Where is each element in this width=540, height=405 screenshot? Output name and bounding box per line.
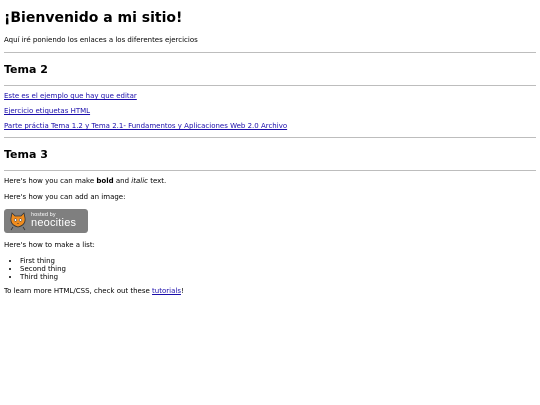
tema2-heading: Tema 2	[4, 63, 48, 76]
divider	[4, 170, 536, 171]
link-ejercicio-etiquetas[interactable]: Ejercicio etiquetas HTML	[4, 107, 90, 115]
italic-text: italic	[131, 177, 148, 185]
bold-text: bold	[96, 177, 114, 185]
tutorials-link[interactable]: tutorials	[152, 287, 181, 295]
page-title: ¡Bienvenido a mi sitio!	[4, 10, 183, 26]
list-item: First thing	[20, 257, 536, 265]
image-intro: Here's how you can add an image:	[4, 193, 126, 201]
format-text: Here's how you can make bold and italic …	[4, 177, 167, 185]
neocities-cat-icon	[10, 212, 26, 231]
intro-text: Aquí iré poniendo los enlaces a los dife…	[4, 36, 198, 44]
tema2-links: Este es el ejemplo que hay que editar Ej…	[4, 92, 536, 131]
link-parte-practica[interactable]: Parte práctia Tema 1.2 y Tema 2.1- Funda…	[4, 122, 287, 130]
divider	[4, 52, 536, 53]
badge-neocities: neocities	[31, 217, 77, 229]
link-ejemplo-editar[interactable]: Este es el ejemplo que hay que editar	[4, 92, 137, 100]
list-item: Second thing	[20, 265, 536, 273]
divider	[4, 137, 536, 138]
divider	[4, 85, 536, 86]
tema3-heading: Tema 3	[4, 148, 48, 161]
neocities-badge[interactable]: hosted by neocities	[4, 209, 88, 233]
list-intro: Here's how to make a list:	[4, 241, 95, 249]
learn-more-text: To learn more HTML/CSS, check out these …	[4, 287, 184, 295]
sample-list: First thing Second thing Third thing	[4, 257, 536, 281]
list-item: Third thing	[20, 273, 536, 281]
